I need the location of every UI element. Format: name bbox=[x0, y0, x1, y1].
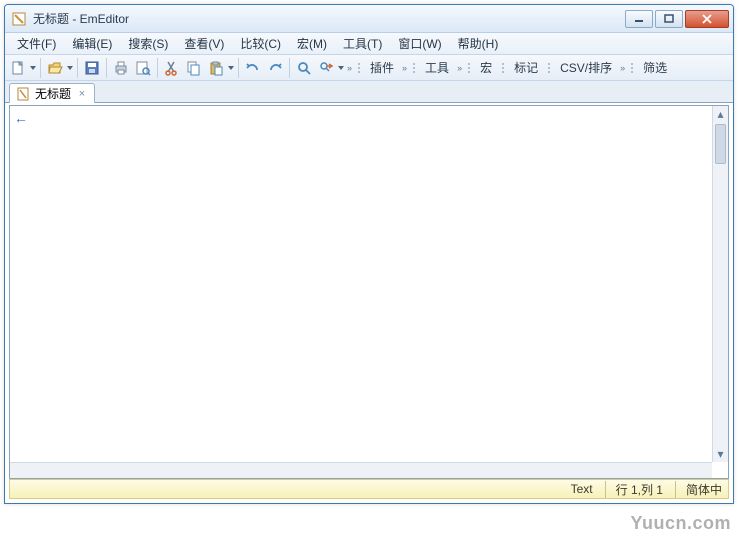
open-file-button[interactable] bbox=[44, 57, 66, 79]
print-button[interactable] bbox=[110, 57, 132, 79]
menu-window[interactable]: 窗口(W) bbox=[390, 33, 449, 54]
status-encoding: 简体中 bbox=[675, 481, 722, 498]
tools-overflow[interactable]: » bbox=[455, 63, 464, 73]
toolbar-overflow[interactable]: » bbox=[345, 63, 354, 73]
toolbar-group-plugins[interactable]: 插件 bbox=[364, 59, 400, 76]
maximize-button[interactable] bbox=[655, 10, 683, 28]
close-button[interactable] bbox=[685, 10, 729, 28]
new-file-button[interactable] bbox=[7, 57, 29, 79]
open-file-dropdown[interactable] bbox=[66, 66, 74, 70]
undo-button[interactable] bbox=[242, 57, 264, 79]
tab-close-button[interactable]: × bbox=[76, 88, 88, 100]
menu-file[interactable]: 文件(F) bbox=[9, 33, 64, 54]
line-wrap-indicator-icon: ← bbox=[14, 110, 28, 126]
paste-dropdown[interactable] bbox=[227, 66, 235, 70]
separator bbox=[77, 58, 78, 78]
toolbar-grip[interactable] bbox=[466, 57, 472, 79]
toolbar-grip[interactable] bbox=[546, 57, 552, 79]
print-preview-button[interactable] bbox=[132, 57, 154, 79]
redo-button[interactable] bbox=[264, 57, 286, 79]
menu-macro[interactable]: 宏(M) bbox=[289, 33, 335, 54]
separator bbox=[106, 58, 107, 78]
toolbar-grip[interactable] bbox=[411, 57, 417, 79]
menu-help[interactable]: 帮助(H) bbox=[450, 33, 507, 54]
vertical-scrollbar[interactable]: ▴ ▾ bbox=[712, 106, 728, 462]
menu-compare[interactable]: 比较(C) bbox=[232, 33, 289, 54]
plugins-overflow[interactable]: » bbox=[400, 63, 409, 73]
app-window: 无标题 - EmEditor 文件(F) 编辑(E) 搜索(S) 查看(V) 比… bbox=[4, 4, 734, 504]
replace-button[interactable] bbox=[315, 57, 337, 79]
toolbar-group-filter[interactable]: 筛选 bbox=[637, 59, 673, 76]
scroll-up-button[interactable]: ▴ bbox=[713, 106, 728, 122]
toolbar-group-tools[interactable]: 工具 bbox=[419, 59, 455, 76]
cut-button[interactable] bbox=[161, 57, 183, 79]
menu-search[interactable]: 搜索(S) bbox=[120, 33, 176, 54]
menu-edit[interactable]: 编辑(E) bbox=[64, 33, 120, 54]
toolbar: » 插件 » 工具 » 宏 标记 CSV/排序 » 筛选 bbox=[5, 55, 733, 81]
minimize-button[interactable] bbox=[625, 10, 653, 28]
find-button[interactable] bbox=[293, 57, 315, 79]
toolbar-grip[interactable] bbox=[356, 57, 362, 79]
scroll-thumb[interactable] bbox=[715, 124, 726, 164]
toolbar-grip[interactable] bbox=[629, 57, 635, 79]
window-title: 无标题 - EmEditor bbox=[33, 10, 625, 27]
status-position: 行 1,列 1 bbox=[605, 481, 663, 498]
menu-tools[interactable]: 工具(T) bbox=[335, 33, 390, 54]
find-dropdown[interactable] bbox=[337, 66, 345, 70]
document-tab[interactable]: 无标题 × bbox=[9, 83, 95, 103]
title-bar: 无标题 - EmEditor bbox=[5, 5, 733, 33]
editor-area[interactable]: ← ▴ ▾ bbox=[9, 105, 729, 479]
watermark: Yuucn.com bbox=[630, 513, 731, 534]
menu-view[interactable]: 查看(V) bbox=[176, 33, 232, 54]
menu-bar: 文件(F) 编辑(E) 搜索(S) 查看(V) 比较(C) 宏(M) 工具(T)… bbox=[5, 33, 733, 55]
new-file-dropdown[interactable] bbox=[29, 66, 37, 70]
separator bbox=[40, 58, 41, 78]
toolbar-group-macro[interactable]: 宏 bbox=[474, 59, 498, 76]
tab-bar: 无标题 × bbox=[5, 81, 733, 103]
toolbar-group-marks[interactable]: 标记 bbox=[508, 59, 544, 76]
csv-overflow[interactable]: » bbox=[618, 63, 627, 73]
horizontal-scrollbar[interactable] bbox=[10, 462, 712, 478]
separator bbox=[157, 58, 158, 78]
status-bar: Text 行 1,列 1 简体中 bbox=[9, 479, 729, 499]
save-button[interactable] bbox=[81, 57, 103, 79]
toolbar-grip[interactable] bbox=[500, 57, 506, 79]
app-icon bbox=[11, 11, 27, 27]
separator bbox=[238, 58, 239, 78]
status-mode: Text bbox=[571, 482, 593, 496]
tab-label: 无标题 bbox=[35, 85, 71, 102]
scroll-down-button[interactable]: ▾ bbox=[713, 446, 728, 462]
document-icon bbox=[16, 87, 30, 101]
paste-button[interactable] bbox=[205, 57, 227, 79]
separator bbox=[289, 58, 290, 78]
window-controls bbox=[625, 10, 729, 28]
toolbar-group-csv[interactable]: CSV/排序 bbox=[554, 59, 618, 76]
copy-button[interactable] bbox=[183, 57, 205, 79]
